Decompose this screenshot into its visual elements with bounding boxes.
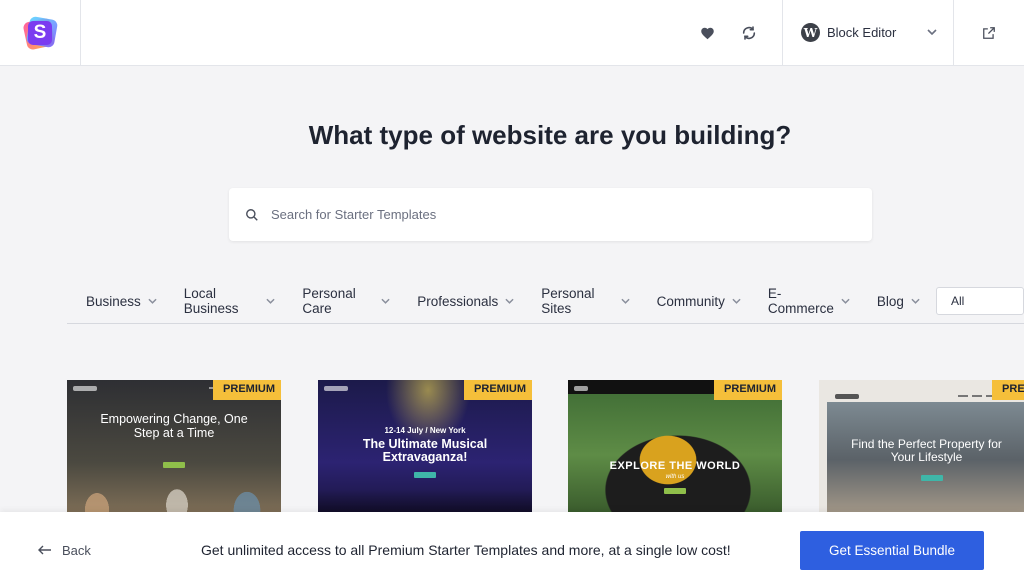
back-button[interactable]: Back — [38, 542, 91, 558]
back-label: Back — [62, 542, 91, 558]
promo-text: Get unlimited access to all Premium Star… — [201, 542, 731, 558]
category-local-business[interactable]: Local Business — [165, 279, 284, 324]
get-essential-bundle-button[interactable]: Get Essential Bundle — [800, 531, 984, 570]
chevron-down-icon — [266, 296, 276, 306]
category-personal-care[interactable]: Personal Care — [283, 279, 398, 324]
category-label: E-Commerce — [767, 286, 834, 316]
chevron-down-icon — [148, 296, 157, 306]
template-card[interactable]: Empowering Change, One Step at a Time PR… — [67, 380, 281, 530]
template-card[interactable]: EXPLORE THE WORLD with us PREMIUM — [568, 380, 782, 530]
chevron-down-icon — [732, 296, 741, 306]
search-box — [229, 188, 872, 241]
category-blog[interactable]: Blog — [858, 279, 928, 324]
template-headline: EXPLORE THE WORLD — [609, 460, 741, 472]
wordpress-icon: W — [801, 23, 820, 42]
top-bar: S W Block Editor — [0, 0, 1024, 66]
sync-icon[interactable] — [728, 0, 770, 66]
arrow-left-icon — [38, 542, 52, 558]
template-card[interactable]: Find the Perfect Property for Your Lifes… — [819, 380, 1024, 530]
favorites-heart-icon[interactable] — [686, 0, 728, 66]
category-label: Personal Sites — [541, 286, 595, 316]
category-professionals[interactable]: Professionals — [398, 279, 522, 324]
template-thumbnail: Find the Perfect Property for Your Lifes… — [819, 380, 1024, 530]
category-label: Community — [656, 293, 725, 309]
template-thumbnail: EXPLORE THE WORLD with us — [568, 380, 782, 530]
category-label: Business — [86, 293, 141, 309]
category-label: Local Business — [183, 286, 239, 316]
category-label: Professionals — [417, 293, 499, 309]
category-community[interactable]: Community — [638, 279, 749, 324]
chevron-down-icon — [927, 27, 937, 38]
premium-badge: PREMIUM — [992, 380, 1024, 400]
page-builder-label: Block Editor — [827, 25, 897, 40]
search-icon — [243, 206, 261, 224]
search-input[interactable] — [271, 207, 831, 222]
filter-select[interactable]: All — [935, 287, 1024, 315]
template-kicker: with us — [665, 474, 685, 480]
template-headline: The Ultimate Musical Extravaganza! — [362, 437, 488, 464]
starter-templates-logo[interactable]: S — [22, 15, 59, 51]
category-label: Personal Care — [302, 286, 356, 316]
category-business[interactable]: Business — [67, 279, 165, 324]
premium-badge: PREMIUM — [464, 380, 532, 400]
premium-badge: PREMIUM — [213, 380, 281, 400]
chevron-down-icon — [621, 296, 630, 306]
chevron-down-icon — [505, 296, 514, 306]
category-personal-sites[interactable]: Personal Sites — [522, 279, 637, 324]
template-card[interactable]: 12-14 July / New York The Ultimate Music… — [318, 380, 532, 530]
external-link-icon[interactable] — [954, 0, 1024, 66]
page-builder-select[interactable]: W Block Editor — [782, 0, 954, 66]
category-e-commerce[interactable]: E-Commerce — [749, 279, 858, 324]
chevron-down-icon — [911, 296, 920, 306]
template-thumbnail: Empowering Change, One Step at a Time — [67, 380, 281, 530]
template-headline: Empowering Change, One Step at a Time — [100, 412, 248, 440]
template-thumbnail: 12-14 July / New York The Ultimate Music… — [318, 380, 532, 530]
category-label: Blog — [876, 293, 904, 309]
category-bar: Business Local Business Personal Care Pr… — [67, 279, 1024, 324]
chevron-down-icon — [381, 296, 390, 306]
premium-badge: PREMIUM — [714, 380, 782, 400]
template-kicker: 12-14 July / New York — [384, 426, 466, 435]
page-title: What type of website are you building? — [308, 120, 792, 150]
chevron-down-icon — [841, 296, 850, 306]
logo-cell: S — [0, 0, 81, 66]
template-headline: Find the Perfect Property for Your Lifes… — [851, 437, 1002, 464]
